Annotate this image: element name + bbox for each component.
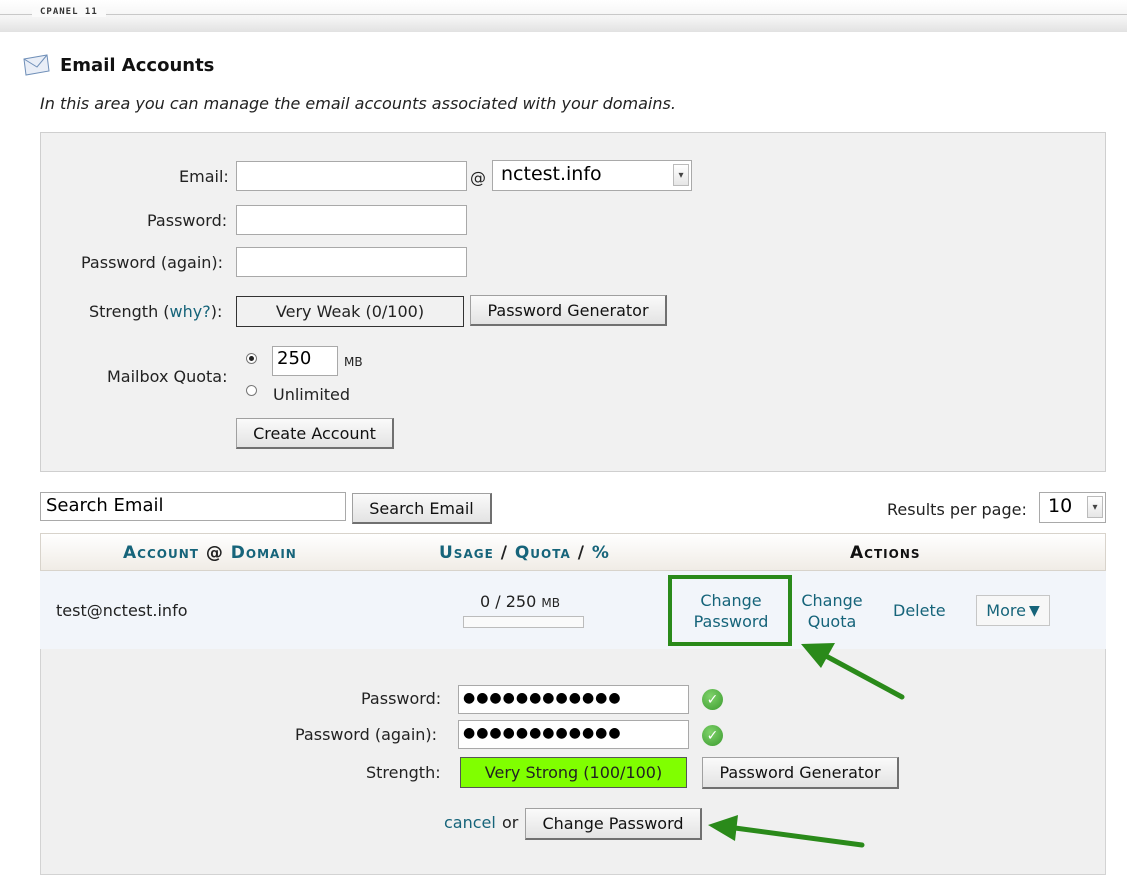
arrow-icon: [708, 815, 865, 848]
annotation-arrows: [708, 643, 905, 848]
arrow-icon: [801, 643, 905, 700]
